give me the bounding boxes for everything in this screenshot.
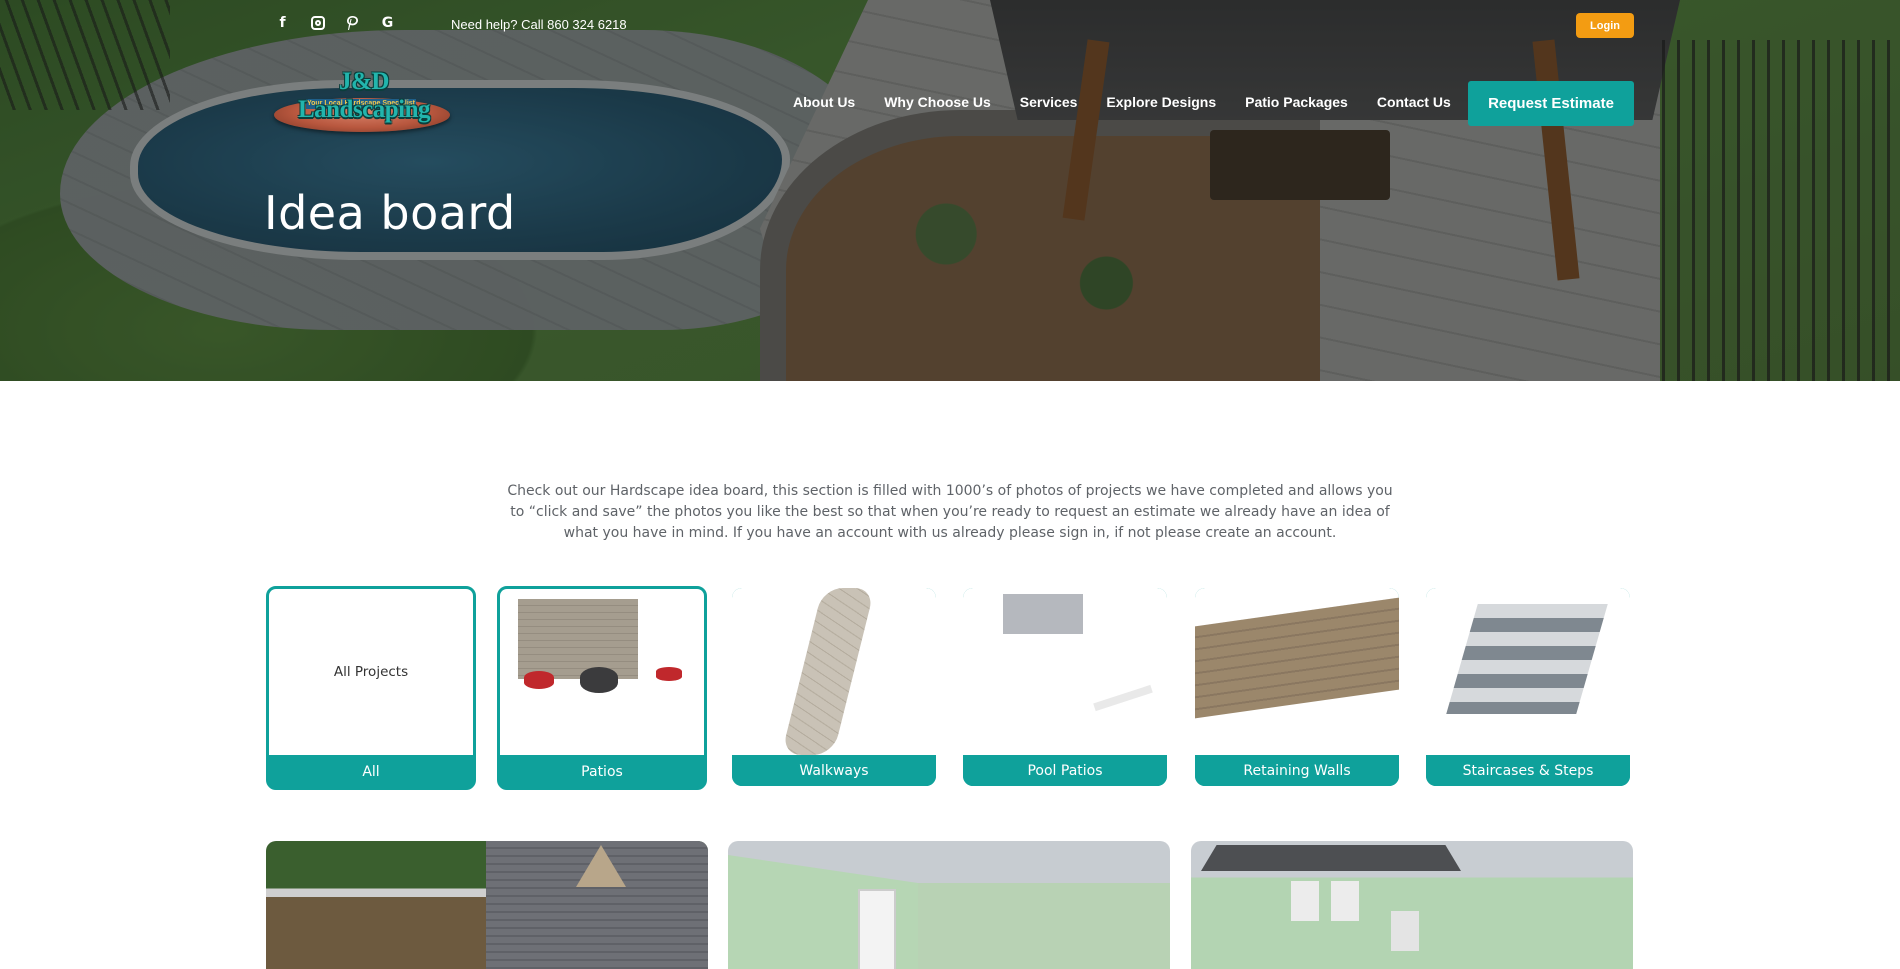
nav-explore-designs[interactable]: Explore Designs <box>1106 94 1216 110</box>
category-thumb: All Projects <box>269 589 473 755</box>
project-photo[interactable] <box>266 841 708 969</box>
walkways-thumb-image <box>732 588 936 755</box>
pinterest-icon[interactable] <box>344 14 361 31</box>
category-card-patios[interactable]: Patios <box>497 586 707 790</box>
category-filter: All Projects All Patios Walkways Pool Pa… <box>266 586 1634 790</box>
category-label: Staircases & Steps <box>1426 755 1630 786</box>
nav-about-us[interactable]: About Us <box>793 94 855 110</box>
category-label: Patios <box>500 756 704 787</box>
instagram-icon[interactable] <box>309 14 326 31</box>
logo-name: J&D Landscaping <box>297 68 431 123</box>
category-card-walkways[interactable]: Walkways <box>732 588 936 786</box>
staircases-thumb-image <box>1426 588 1630 755</box>
category-label: All <box>269 756 473 787</box>
help-phone-text[interactable]: Need help? Call 860 324 6218 <box>451 17 627 32</box>
category-card-staircases-steps[interactable]: Staircases & Steps <box>1426 588 1630 786</box>
login-button[interactable]: Login <box>1576 13 1634 38</box>
request-estimate-button[interactable]: Request Estimate <box>1468 81 1634 126</box>
category-card-pool-patios[interactable]: Pool Patios <box>963 588 1167 786</box>
category-label: Pool Patios <box>963 755 1167 786</box>
site-logo[interactable]: Your Local Hardscape Specialist J&D Land… <box>268 64 458 134</box>
nav-services[interactable]: Services <box>1020 94 1078 110</box>
category-label: Retaining Walls <box>1195 755 1399 786</box>
category-label: Walkways <box>732 755 936 786</box>
retaining-walls-thumb-image <box>1195 588 1399 755</box>
all-projects-text: All Projects <box>333 664 409 680</box>
google-icon[interactable]: G <box>379 14 396 31</box>
main-nav: About Us Why Choose Us Services Explore … <box>793 94 1480 110</box>
project-photo[interactable] <box>728 841 1170 969</box>
nav-contact-us[interactable]: Contact Us <box>1377 94 1451 110</box>
project-gallery <box>266 841 1636 969</box>
social-links: f G <box>274 14 396 31</box>
project-photo[interactable] <box>1191 841 1633 969</box>
category-card-all[interactable]: All Projects All <box>266 586 476 790</box>
facebook-icon[interactable]: f <box>274 14 291 31</box>
nav-why-choose-us[interactable]: Why Choose Us <box>884 94 991 110</box>
intro-text: Check out our Hardscape idea board, this… <box>507 483 1393 541</box>
nav-patio-packages[interactable]: Patio Packages <box>1245 94 1348 110</box>
category-card-retaining-walls[interactable]: Retaining Walls <box>1195 588 1399 786</box>
patios-thumb-image <box>500 589 704 755</box>
page-title: Idea board <box>264 186 516 240</box>
pool-patios-thumb-image <box>963 588 1167 755</box>
